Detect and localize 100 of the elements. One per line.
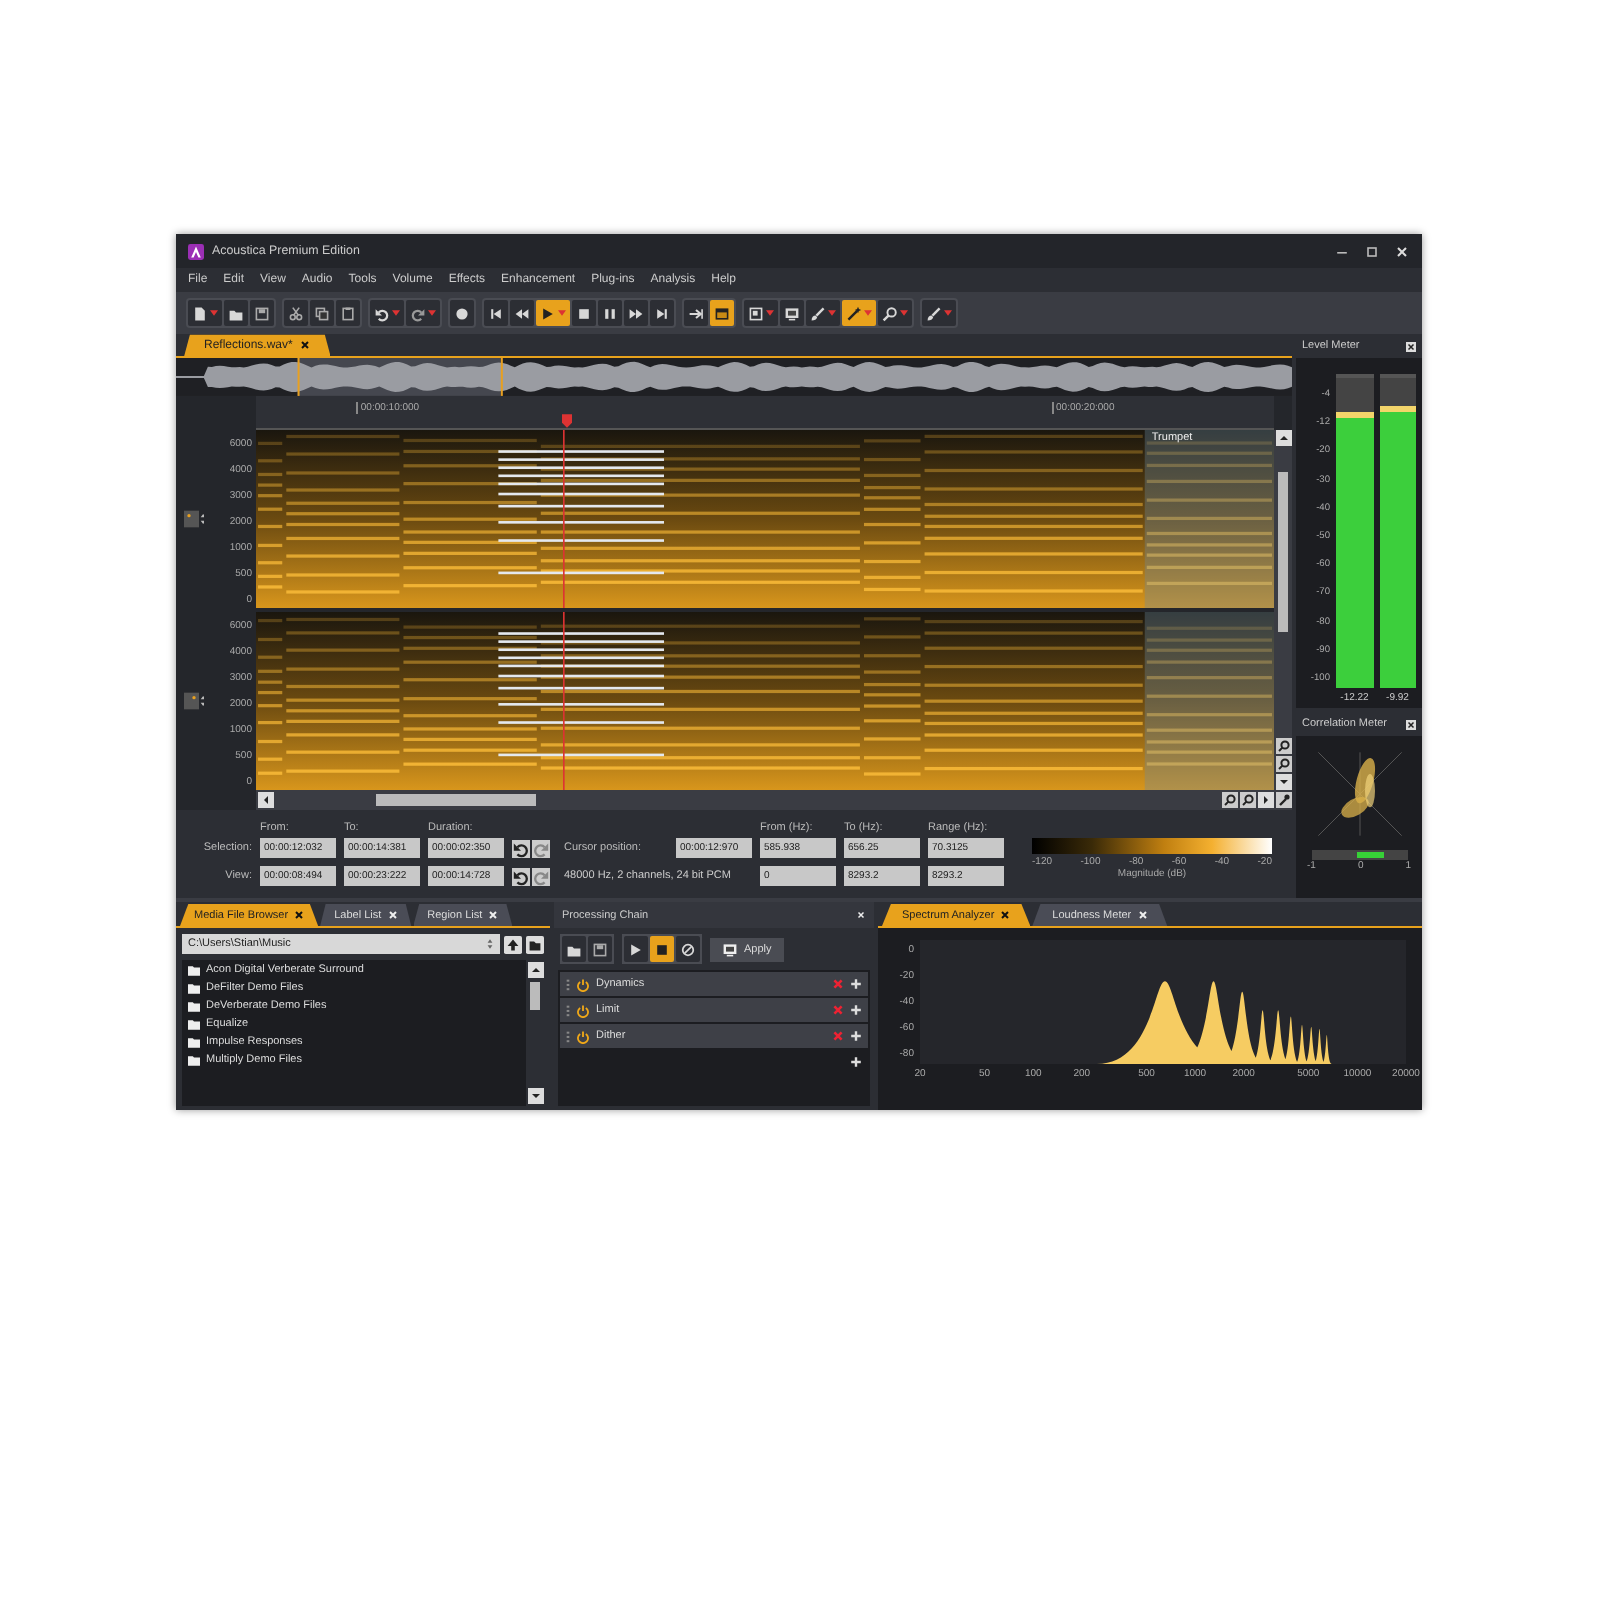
scrollbar[interactable] <box>526 960 544 1106</box>
scroll-right-icon[interactable] <box>1258 792 1274 809</box>
skip-start-icon <box>488 305 504 321</box>
toolbar-button[interactable] <box>536 300 570 326</box>
power-toggle-icon[interactable] <box>576 1003 590 1017</box>
scroll-up-icon[interactable] <box>1275 430 1291 447</box>
toolbar-button[interactable] <box>336 300 360 326</box>
cursor-marker-icon[interactable] <box>561 414 572 429</box>
toolbar-button[interactable] <box>676 936 700 962</box>
close-icon[interactable] <box>1406 719 1416 729</box>
undo-icon <box>374 305 390 321</box>
toolbar-button[interactable] <box>250 300 274 326</box>
toolbar-button[interactable] <box>806 300 840 326</box>
caret-icon <box>900 310 908 316</box>
drag-handle-icon[interactable] <box>566 1003 570 1017</box>
wand-icon <box>846 305 862 321</box>
undo-icon[interactable] <box>512 839 530 858</box>
skip-end-icon <box>654 305 670 321</box>
toolbar-button[interactable] <box>650 936 674 962</box>
stop-icon <box>654 941 670 957</box>
monitor-icon <box>722 941 738 957</box>
zoom-in-icon[interactable] <box>1275 738 1291 755</box>
window-icon <box>748 305 764 321</box>
scrollbar-thumb[interactable] <box>530 982 540 1010</box>
toolbar-button[interactable] <box>284 300 308 326</box>
window-icon <box>714 305 730 321</box>
channel-toggle-icon[interactable] <box>184 692 204 711</box>
caret-icon <box>944 310 952 316</box>
toolbar-button[interactable] <box>650 300 674 326</box>
toolbar-button[interactable] <box>188 300 222 326</box>
play-icon <box>540 305 556 321</box>
toolbar-button[interactable] <box>562 936 586 962</box>
toolbar-button[interactable] <box>780 300 804 326</box>
scissors-icon <box>288 305 304 321</box>
fast-forward-icon <box>628 305 644 321</box>
caret-icon <box>864 310 872 316</box>
redo-icon[interactable] <box>532 839 550 858</box>
close-icon[interactable] <box>300 340 311 351</box>
toolbar-button[interactable] <box>370 300 404 326</box>
app-logo-icon <box>188 243 204 259</box>
toolbar-button[interactable] <box>224 300 248 326</box>
scroll-left-icon[interactable] <box>258 792 274 809</box>
close-icon[interactable] <box>294 910 305 920</box>
scrollbar[interactable] <box>1274 430 1292 791</box>
toolbar-button[interactable] <box>598 300 622 326</box>
folder-icon[interactable] <box>526 935 544 953</box>
add-icon[interactable] <box>850 1030 862 1042</box>
toolbar-button[interactable] <box>588 936 612 962</box>
undo-icon[interactable] <box>512 867 530 886</box>
toolbar-button[interactable] <box>624 300 648 326</box>
zoom-icon <box>882 305 898 321</box>
maximize-icon[interactable] <box>1364 243 1380 259</box>
toolbar-button[interactable] <box>684 300 708 326</box>
stop-icon <box>576 305 592 321</box>
toolbar-button[interactable] <box>842 300 876 326</box>
rewind-icon <box>514 305 530 321</box>
folder-icon <box>566 941 582 957</box>
brush-icon <box>926 305 942 321</box>
scroll-up-icon[interactable] <box>527 962 543 978</box>
power-toggle-icon[interactable] <box>576 1029 590 1043</box>
close-icon[interactable] <box>1406 341 1416 351</box>
scroll-down-icon[interactable] <box>1275 774 1291 791</box>
toolbar-button[interactable] <box>572 300 596 326</box>
paste-icon <box>340 305 356 321</box>
zoom-in-icon[interactable] <box>1222 792 1238 809</box>
add-icon[interactable] <box>850 978 862 990</box>
wrench-icon[interactable] <box>1276 792 1292 809</box>
caret-icon <box>828 310 836 316</box>
scroll-down-icon[interactable] <box>527 1088 543 1104</box>
scrollbar[interactable] <box>256 790 1292 811</box>
folder-icon <box>228 305 244 321</box>
up-arrow-icon[interactable] <box>504 935 522 953</box>
save-icon <box>254 305 270 321</box>
zoom-out-icon[interactable] <box>1240 792 1256 809</box>
redo-icon[interactable] <box>532 867 550 886</box>
drag-handle-icon[interactable] <box>566 1029 570 1043</box>
copy-icon <box>314 305 330 321</box>
add-icon[interactable] <box>850 1004 862 1016</box>
zoom-out-icon[interactable] <box>1275 756 1291 773</box>
bypass-icon <box>680 941 696 957</box>
channel-toggle-icon[interactable] <box>184 510 204 529</box>
toolbar-button[interactable] <box>484 300 508 326</box>
drag-handle-icon[interactable] <box>566 977 570 991</box>
spinner-arrows-icon <box>486 938 494 950</box>
close-icon[interactable] <box>1000 910 1011 920</box>
toolbar-button[interactable] <box>624 936 648 962</box>
add-icon[interactable] <box>850 1056 862 1068</box>
toolbar-button[interactable] <box>310 300 334 326</box>
caret-icon <box>210 310 218 316</box>
toolbar-button[interactable] <box>710 300 734 326</box>
toolbar-button[interactable] <box>510 300 534 326</box>
toolbar-button[interactable] <box>406 300 440 326</box>
power-toggle-icon[interactable] <box>576 977 590 991</box>
toolbar-button[interactable] <box>744 300 778 326</box>
monitor-icon <box>784 305 800 321</box>
save-icon <box>592 941 608 957</box>
scrollbar-thumb[interactable] <box>376 794 536 807</box>
arrow-icon <box>688 305 704 321</box>
scrollbar-thumb[interactable] <box>1278 472 1288 633</box>
toolbar-button[interactable] <box>878 300 912 326</box>
